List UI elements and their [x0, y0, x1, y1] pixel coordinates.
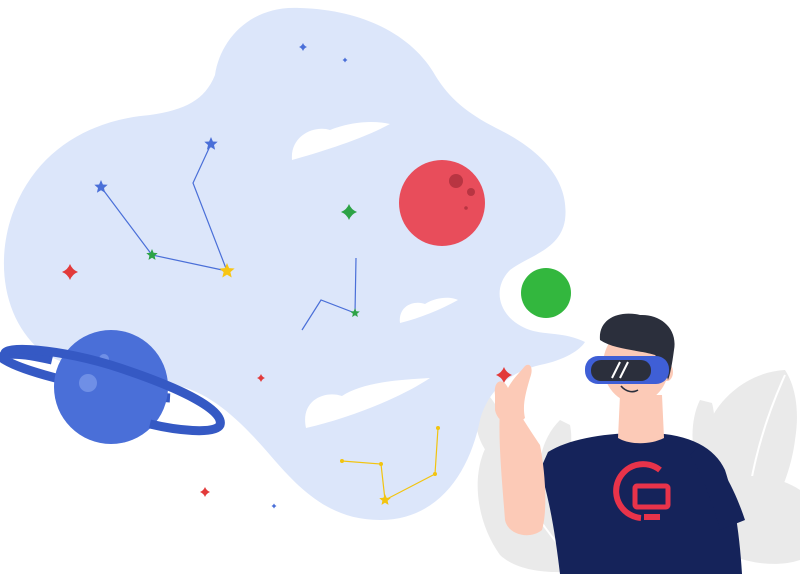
- constellation-node: [340, 459, 344, 463]
- constellation-node: [379, 462, 383, 466]
- constellation-node: [436, 426, 440, 430]
- red-planet-crater: [449, 174, 463, 188]
- ringed-planet-spot: [79, 374, 97, 392]
- vr-space-illustration: [0, 7, 800, 574]
- red-planet-crater: [467, 188, 475, 196]
- sparkle-star: [200, 487, 210, 497]
- logo-monitor-stand: [644, 514, 660, 520]
- red-planet-body: [399, 160, 485, 246]
- sparkle-star: [271, 503, 277, 509]
- constellation-node: [433, 472, 437, 476]
- red-planet: [399, 160, 485, 246]
- shirt: [540, 432, 742, 574]
- green-planet: [521, 268, 571, 318]
- raised-arm: [499, 405, 546, 536]
- red-planet-crater: [464, 206, 468, 210]
